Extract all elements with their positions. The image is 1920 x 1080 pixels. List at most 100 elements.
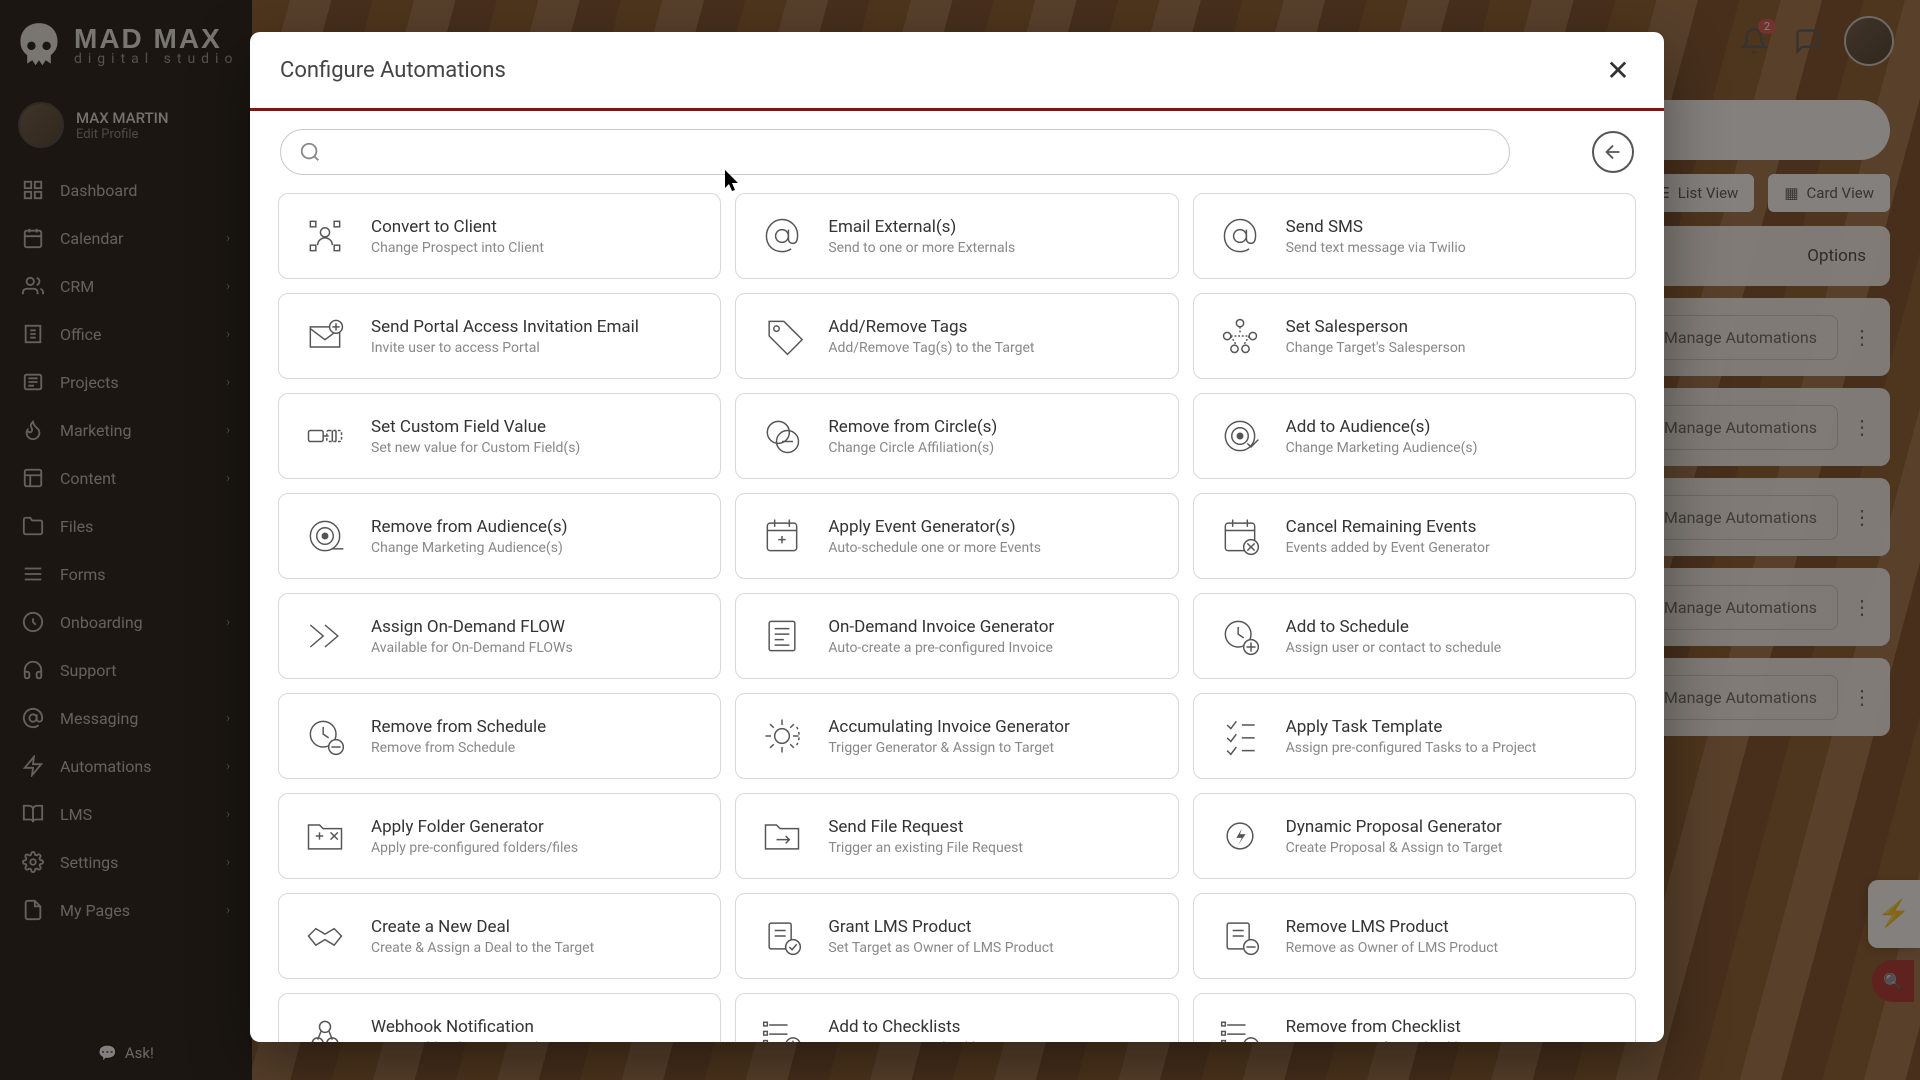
automation-card-check-add[interactable]: Add to ChecklistsAssign Target to Checkl… [735,993,1178,1042]
card-title: Grant LMS Product [828,917,1053,937]
search-input[interactable] [280,129,1510,175]
card-desc: Fire a webhook to your endpoint [371,1040,570,1043]
gear-bolt-icon [1216,812,1264,860]
card-desc: Change Marketing Audience(s) [371,540,568,556]
card-desc: Create Proposal & Assign to Target [1286,840,1503,856]
automation-card-target-check[interactable]: Add to Audience(s)Change Marketing Audie… [1193,393,1636,479]
card-desc: Add/Remove Tag(s) to the Target [828,340,1034,356]
card-title: Webhook Notification [371,1017,570,1037]
automation-card-mail-plus[interactable]: Send Portal Access Invitation Email Invit… [278,293,721,379]
card-desc: Available for On-Demand FLOWs [371,640,573,656]
card-desc: Apply pre-configured folders/files [371,840,578,856]
card-desc: Trigger Generator & Assign to Target [828,740,1069,756]
automation-card-gear-loop[interactable]: Accumulating Invoice GeneratorTrigger Ge… [735,693,1178,779]
field-icon [301,412,349,460]
automation-card-folder-send[interactable]: Send File RequestTrigger an existing Fil… [735,793,1178,879]
card-desc: Set Target as Owner of LMS Product [828,940,1053,956]
card-desc: Events added by Event Generator [1286,540,1490,556]
card-desc: Remove as Owner of LMS Product [1286,940,1498,956]
clock-minus-icon [301,712,349,760]
automation-card-cal-plus[interactable]: Apply Event Generator(s) Auto-schedule on… [735,493,1178,579]
automation-card-target-minus[interactable]: Remove from Audience(s) Change Marketing … [278,493,721,579]
target-minus-icon [301,512,349,560]
automation-card-lms-grant[interactable]: Grant LMS Product Set Target as Owner of … [735,893,1178,979]
card-title: Remove from Checklist [1286,1017,1473,1037]
card-title: Set Salesperson [1286,317,1466,337]
at-icon [758,212,806,260]
automation-card-check-remove[interactable]: Remove from Checklist Remove Target from … [1193,993,1636,1042]
automation-card-checklist[interactable]: Apply Task TemplateAssign pre-configured… [1193,693,1636,779]
automation-card-cal-x[interactable]: Cancel Remaining EventsEvents added by E… [1193,493,1636,579]
webhook-icon [301,1012,349,1042]
automation-card-field[interactable]: Set Custom Field Value Set new value for … [278,393,721,479]
card-desc: Change Marketing Audience(s) [1286,440,1478,456]
card-title: Add/Remove Tags [828,317,1034,337]
folder-send-icon [758,812,806,860]
target-check-icon [1216,412,1264,460]
cal-plus-icon [758,512,806,560]
folder-gen-icon [301,812,349,860]
flow-icon [301,612,349,660]
card-title: Apply Task Template [1286,717,1537,737]
automation-card-circle-minus[interactable]: Remove from Circle(s) Change Circle Affil… [735,393,1178,479]
automation-card-invoice[interactable]: On-Demand Invoice GeneratorAuto-create a… [735,593,1178,679]
card-desc: Remove from Schedule [371,740,546,756]
automation-card-clock-plus[interactable]: Add to Schedule Assign user or contact to… [1193,593,1636,679]
gear-loop-icon [758,712,806,760]
convert-icon [301,212,349,260]
card-title: Dynamic Proposal Generator [1286,817,1503,837]
modal-title: Configure Automations [280,58,506,83]
card-title: Remove from Schedule [371,717,546,737]
card-title: Add to Schedule [1286,617,1502,637]
modal-tools [250,111,1664,193]
card-desc: Create & Assign a Deal to the Target [371,940,594,956]
automation-card-webhook[interactable]: Webhook Notification Fire a webhook to yo… [278,993,721,1042]
card-desc: Set new value for Custom Field(s) [371,440,580,456]
search-icon [299,141,321,163]
card-title: Set Custom Field Value [371,417,580,437]
automation-card-gear-bolt[interactable]: Dynamic Proposal Generator Create Proposa… [1193,793,1636,879]
card-desc: Auto-schedule one or more Events [828,540,1041,556]
modal: Configure Automations ✕ Convert to Clien… [250,32,1664,1042]
automation-card-at[interactable]: Email External(s)Send to one or more Ext… [735,193,1178,279]
modal-body: Convert to ClientChange Prospect into Cl… [250,193,1664,1042]
automation-card-lms-remove[interactable]: Remove LMS Product Remove as Owner of LMS… [1193,893,1636,979]
check-remove-icon [1216,1012,1264,1042]
automation-card-at[interactable]: Send SMSSend text message via Twilio [1193,193,1636,279]
clock-plus-icon [1216,612,1264,660]
automation-card-handshake[interactable]: Create a New Deal Create & Assign a Deal … [278,893,721,979]
automation-card-convert[interactable]: Convert to ClientChange Prospect into Cl… [278,193,721,279]
circle-minus-icon [758,412,806,460]
automation-card-flow[interactable]: Assign On-Demand FLOWAvailable for On-De… [278,593,721,679]
back-button[interactable] [1592,131,1634,173]
mail-plus-icon [301,312,349,360]
card-title: Send Portal Access Invitation Email [371,317,639,337]
card-title: Remove LMS Product [1286,917,1498,937]
card-title: Email External(s) [828,217,1015,237]
card-title: Apply Folder Generator [371,817,578,837]
lms-grant-icon [758,912,806,960]
card-title: Create a New Deal [371,917,594,937]
check-add-icon [758,1012,806,1042]
automation-card-folder-gen[interactable]: Apply Folder Generator Apply pre-configur… [278,793,721,879]
card-title: Remove from Circle(s) [828,417,997,437]
nodes-icon [1216,312,1264,360]
card-title: Apply Event Generator(s) [828,517,1041,537]
card-title: On-Demand Invoice Generator [828,617,1054,637]
card-desc: Remove Target from Checklist [1286,1040,1473,1043]
tag-icon [758,312,806,360]
card-title: Remove from Audience(s) [371,517,568,537]
close-icon[interactable]: ✕ [1602,54,1634,86]
card-desc: Send text message via Twilio [1286,240,1466,256]
automation-card-tag[interactable]: Add/Remove Tags Add/Remove Tag(s) to the … [735,293,1178,379]
modal-head: Configure Automations ✕ [250,32,1664,111]
automation-card-clock-minus[interactable]: Remove from Schedule Remove from Schedule [278,693,721,779]
card-title: Send File Request [828,817,1023,837]
at-icon [1216,212,1264,260]
card-desc: Change Circle Affiliation(s) [828,440,997,456]
card-desc: Assign user or contact to schedule [1286,640,1502,656]
lms-remove-icon [1216,912,1264,960]
checklist-icon [1216,712,1264,760]
automation-card-nodes[interactable]: Set SalespersonChange Target's Salespers… [1193,293,1636,379]
card-desc: Invite user to access Portal [371,340,639,356]
